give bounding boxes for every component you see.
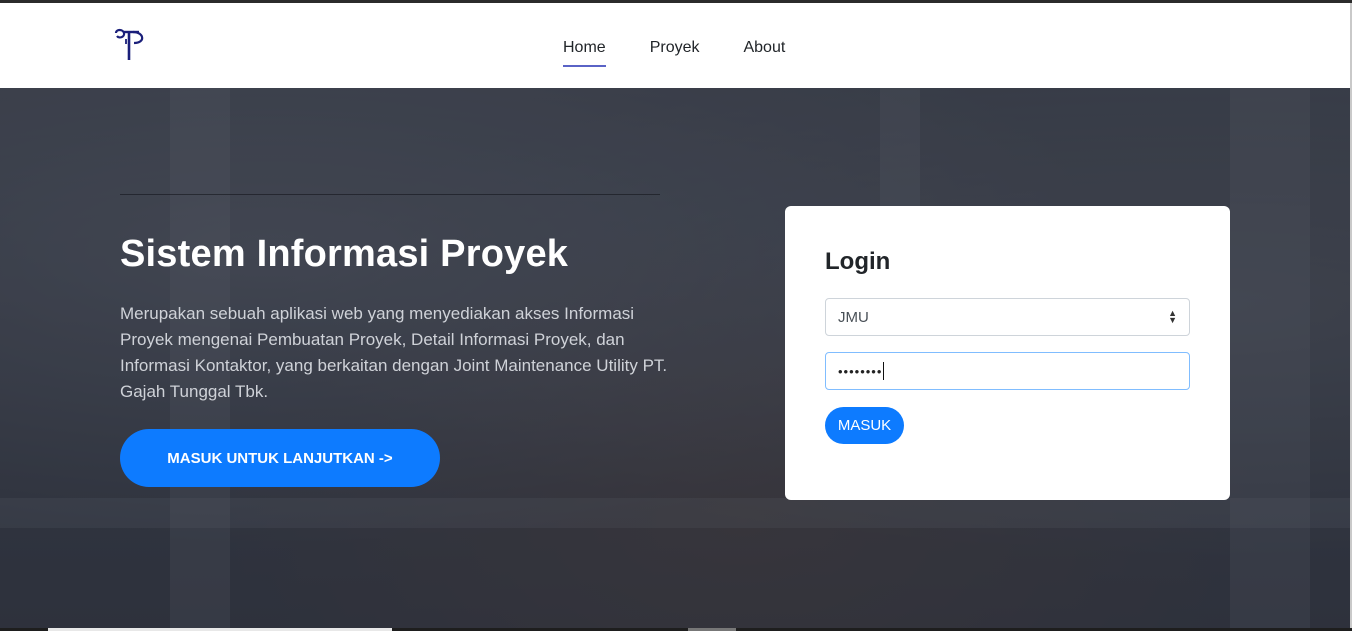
nav-link-proyek[interactable]: Proyek bbox=[650, 39, 700, 65]
login-card: Login JMU ▲ ▼ •••••••• MASUK bbox=[785, 206, 1230, 500]
hero-title: Sistem Informasi Proyek bbox=[120, 233, 569, 275]
login-title: Login bbox=[825, 248, 891, 275]
unit-select[interactable]: JMU ▲ ▼ bbox=[825, 298, 1190, 336]
unit-select-value: JMU bbox=[838, 308, 869, 326]
nav-link-home[interactable]: Home bbox=[563, 39, 606, 67]
hero-description: Merupakan sebuah aplikasi web yang menye… bbox=[120, 304, 668, 401]
main-nav: Home Proyek About bbox=[563, 39, 829, 67]
page: Home Proyek About Sistem Informasi Proye… bbox=[0, 0, 1352, 631]
hero-divider bbox=[120, 194, 660, 195]
password-input[interactable]: •••••••• bbox=[825, 352, 1190, 390]
gt-logo-icon[interactable] bbox=[113, 27, 147, 65]
text-caret bbox=[883, 362, 885, 380]
continue-login-button[interactable]: MASUK UNTUK LANJUTKAN -> bbox=[120, 429, 440, 487]
select-arrows-icon: ▲ ▼ bbox=[1168, 308, 1177, 325]
password-mask: •••••••• bbox=[838, 363, 883, 379]
navbar: Home Proyek About bbox=[0, 3, 1350, 88]
login-submit-button[interactable]: MASUK bbox=[825, 407, 904, 444]
nav-link-about[interactable]: About bbox=[743, 39, 785, 65]
